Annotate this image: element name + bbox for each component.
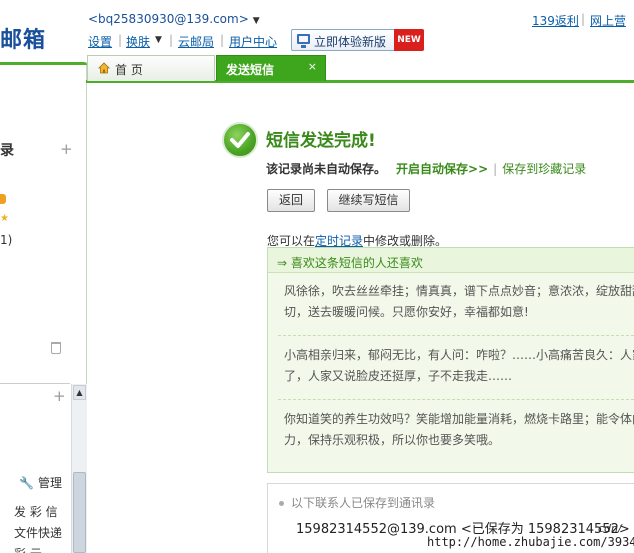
scroll-up-arrow-icon[interactable]: ▲ (73, 385, 86, 400)
online-business-link[interactable]: 网上营 (590, 12, 626, 29)
recommendations-title: ⇒ 喜欢这条短信的人还喜欢 (277, 256, 423, 270)
timed-note-prefix: 您可以在 (267, 234, 316, 248)
scrollbar-thumb[interactable] (73, 472, 86, 553)
manage-label: 管理 (37, 476, 62, 490)
account-email-text: <bq25830930@139.com> (88, 12, 249, 26)
success-check-icon (222, 122, 258, 158)
trash-icon[interactable] (51, 342, 61, 354)
tab-home-label: 首 页 (115, 63, 143, 77)
autosave-note: 该记录尚未自动保存。 开启自动保存>> | 保存到珍藏记录 (266, 160, 586, 177)
enable-autosave-link[interactable]: 开启自动保存>> (396, 162, 488, 176)
saved-contacts-title: 以下联系人已保存到通讯录 (279, 494, 435, 511)
watermark-url: http://home.zhubajie.com/3934894/ (427, 535, 634, 549)
divider: | (220, 33, 225, 47)
not-saved-note: 该记录尚未自动保存。 (266, 162, 387, 176)
page-title: 短信发送完成! (266, 131, 376, 151)
settings-link[interactable]: 设置 (88, 33, 112, 50)
sidebar-divider (0, 383, 70, 384)
tab-home[interactable]: 首 页 (87, 55, 215, 81)
message-line: 了，人家又说脸皮还挺厚，子不走我走…… (284, 369, 513, 383)
divider: | (169, 33, 174, 47)
monitor-icon (297, 34, 310, 48)
sidebar-item-mms[interactable]: 发 彩 信 (14, 503, 58, 520)
list-item[interactable]: 你知道笑的养生功效吗？笑能增加能量消耗，燃烧卡路里；能令体内 力，保持乐观积极，… (284, 409, 634, 451)
unread-dot-icon (0, 194, 6, 204)
divider: | (493, 162, 498, 176)
sidebar-item-cloud[interactable]: 彩 云 (14, 545, 42, 553)
user-center-link[interactable]: 用户中心 (229, 33, 277, 50)
sidebar-scrollbar[interactable]: ▲ (71, 384, 87, 553)
sidebar-heading-fragment: 录 (0, 143, 14, 159)
logo-text: 邮箱 (0, 28, 47, 53)
message-line: 力，保持乐观积极，所以你也要多笑哦。 (284, 433, 501, 447)
message-line: 风徐徐，吹去丝丝牵挂；情真真，谱下点点妙音；意浓浓，绽放甜甜 (284, 284, 634, 298)
rebate-link[interactable]: 139返利 (532, 12, 579, 29)
divider: | (581, 12, 586, 26)
divider (278, 399, 634, 400)
back-button[interactable]: 返回 (267, 189, 315, 212)
list-item[interactable]: 小高相亲归来，郁闷无比，有人问：咋啦？……小高痛苦良久：人家 了，人家又说脸皮还… (284, 345, 634, 387)
timed-record-link[interactable]: 定时记录 (315, 234, 363, 248)
sidebar-item-file-express[interactable]: 文件快递 (14, 524, 62, 541)
account-email[interactable]: <bq25830930@139.com> ▼ (88, 12, 260, 26)
continue-writing-button[interactable]: 继续写短信 (327, 189, 410, 212)
bullet-icon (279, 501, 284, 506)
cloud-post-link[interactable]: 云邮局 (178, 33, 214, 50)
close-icon[interactable]: × (308, 60, 317, 73)
skin-link[interactable]: 换肤 (126, 33, 150, 50)
try-new-version-button[interactable]: 立即体验新版 NEW (291, 29, 424, 51)
try-new-version-label: 立即体验新版 (314, 35, 387, 49)
timed-note-suffix: 中修改或删除。 (363, 234, 448, 248)
new-badge: NEW (394, 29, 424, 51)
wrench-icon: 🔧 (19, 476, 34, 490)
sidebar-accent-bar (0, 62, 87, 65)
divider: | (118, 33, 123, 47)
manage-link[interactable]: 🔧 管理 (19, 474, 62, 491)
sidebar-count-fragment: 1) (0, 233, 13, 247)
chevron-down-icon[interactable]: ▼ (155, 35, 162, 45)
list-item[interactable]: 风徐徐，吹去丝丝牵挂；情真真，谱下点点妙音；意浓浓，绽放甜甜 切，送去暖暖问候。… (284, 281, 634, 323)
add-icon[interactable]: + (53, 387, 66, 405)
star-icon: ★ (0, 213, 9, 224)
message-line: 小高相亲归来，郁闷无比，有人问：咋啦？……小高痛苦良久：人家 (284, 348, 634, 362)
watermark-small: cdn/ (598, 522, 622, 535)
save-to-collection-link[interactable]: 保存到珍藏记录 (502, 162, 586, 176)
add-icon[interactable]: + (60, 140, 73, 158)
divider (278, 335, 634, 336)
chevron-down-icon[interactable]: ▼ (253, 16, 260, 26)
saved-contacts-title-text: 以下联系人已保存到通讯录 (291, 496, 436, 510)
message-line: 切，送去暖暖问候。只愿你安好，幸福都如意! (284, 305, 529, 319)
tab-send-sms[interactable]: 发送短信 × (216, 55, 326, 81)
home-icon (98, 62, 110, 74)
tab-send-sms-label: 发送短信 (226, 63, 275, 77)
message-line: 你知道笑的养生功效吗？笑能增加能量消耗，燃烧卡路里；能令体内 (284, 412, 634, 426)
